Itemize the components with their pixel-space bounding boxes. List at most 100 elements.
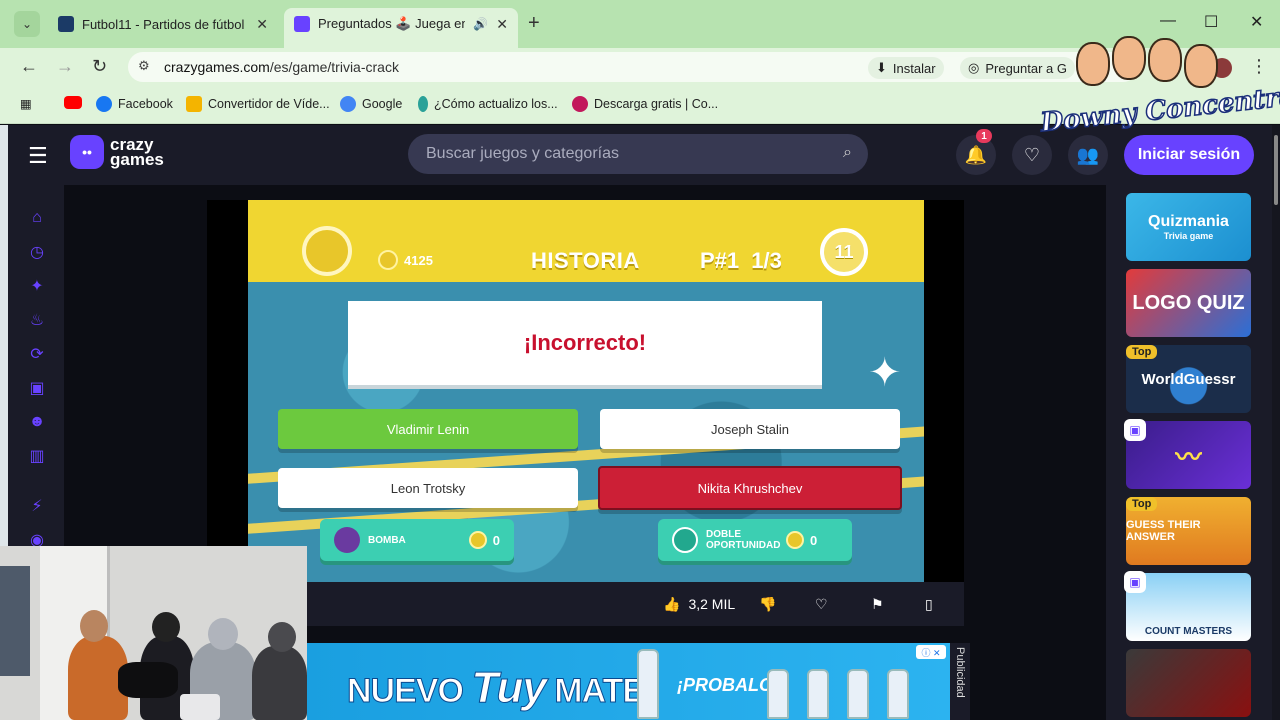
cartoon-face	[1076, 42, 1110, 86]
ad-info-icon[interactable]: ⓘ ✕	[916, 645, 946, 659]
game-card-quizmania[interactable]: Quizmania Trivia game	[1126, 193, 1251, 261]
logo-bottom: games	[110, 150, 164, 169]
tab-preguntados[interactable]: Preguntados 🕹️ Juega en C 🔊 ✕	[284, 8, 518, 48]
person-3-head	[208, 618, 238, 650]
home-icon[interactable]: ⌂	[28, 209, 46, 227]
reload-button[interactable]: ↻	[92, 56, 107, 77]
install-icon: ⬇	[876, 60, 887, 75]
powerup-label: BOMBA	[368, 534, 406, 546]
bomb-icon	[334, 527, 360, 553]
url-host: crazygames.com	[164, 59, 270, 75]
thumbs-up-icon: 👍	[663, 595, 681, 612]
apps-grid-icon[interactable]: ▦	[20, 96, 32, 111]
updated-arrows-icon[interactable]: ⟳	[28, 345, 46, 363]
top-badge: Top	[1126, 497, 1158, 511]
install-label: Instalar	[892, 60, 936, 76]
mobile-button[interactable]: ▯	[925, 590, 933, 618]
new-sparkle-icon[interactable]: ✦	[28, 277, 46, 295]
powerup-cost: 0	[810, 532, 818, 548]
scrollbar-thumb[interactable]	[1274, 135, 1278, 205]
tab-futbol11[interactable]: Futbol11 - Partidos de fútbol de ✕	[48, 8, 278, 40]
heart-icon: ♡	[815, 595, 828, 612]
twitch-badge-icon: ▣	[1124, 419, 1146, 441]
like-button[interactable]: 👍 3,2 MIL	[663, 590, 735, 618]
action-bolt-icon[interactable]: ⚡	[28, 497, 46, 515]
leaderboard-icon[interactable]: ▥	[28, 447, 46, 465]
login-button[interactable]: Iniciar sesión	[1124, 135, 1254, 175]
bookmark-label: Descarga gratis | Co...	[594, 97, 719, 111]
trending-flame-icon[interactable]: ♨	[28, 311, 46, 329]
search-input[interactable]: Buscar juegos y categorías ⌕	[408, 134, 868, 174]
crazygames-logo[interactable]: •• crazy games	[70, 135, 164, 169]
folder-icon	[186, 96, 202, 112]
forward-button[interactable]: →	[56, 56, 74, 77]
answer-option-3[interactable]: Leon Trotsky	[278, 468, 578, 508]
report-button[interactable]: ⚑	[871, 590, 884, 618]
bookmark-label: Facebook	[118, 97, 173, 111]
coin-counter: 4125	[378, 250, 433, 270]
page-scrollbar[interactable]	[1272, 125, 1280, 720]
close-tab-icon[interactable]: ✕	[256, 16, 268, 33]
sparkle-decoration: ✦	[868, 351, 902, 395]
close-window-button[interactable]: ✕	[1250, 12, 1263, 32]
url-bar[interactable]: ⚙ crazygames.com/es/game/trivia-crack ⬇ …	[128, 52, 1138, 82]
ad-headline-brand: Tuy	[471, 663, 547, 713]
bookmark-como-actualizo[interactable]: ¿Cómo actualizo los...	[418, 96, 558, 112]
answer-option-1[interactable]: Vladimir Lenin	[278, 409, 578, 449]
close-tab-icon[interactable]: ✕	[496, 16, 508, 33]
bomb-powerup-button[interactable]: BOMBA 0	[320, 519, 514, 561]
game-canvas[interactable]: 4125 HISTORIA P#1 1/3 11 ¡Incorrecto! ✦ …	[248, 200, 924, 582]
speaker-icon[interactable]: 🔊	[473, 17, 488, 31]
person-2-head	[152, 612, 180, 642]
webcam-overlay	[0, 546, 307, 720]
bookmark-label: ¿Cómo actualizo los...	[434, 97, 558, 111]
tab-search-button[interactable]: ⌄	[14, 11, 40, 37]
top-badge: Top	[1126, 345, 1158, 359]
ad-label-strip: Publicidad	[950, 643, 970, 720]
bookmark-google[interactable]: Google	[340, 96, 402, 112]
friends-icon[interactable]: 👥	[1068, 135, 1108, 175]
answer-option-2[interactable]: Joseph Stalin	[600, 409, 900, 449]
advertisement-banner[interactable]: NUEVO Tuy MATE ¡PROBALO! ⓘ ✕	[307, 643, 950, 720]
minimize-button[interactable]: —	[1160, 12, 1176, 30]
powerup-label: DOBLE OPORTUNIDAD	[706, 529, 781, 551]
bookmark-descarga[interactable]: Descarga gratis | Co...	[572, 96, 718, 112]
double-chance-icon	[672, 527, 698, 553]
bookmark-convertidor[interactable]: Convertidor de Víde...	[186, 96, 330, 112]
new-tab-button[interactable]: +	[528, 12, 540, 35]
ad-cta: ¡PROBALO!	[677, 675, 779, 695]
dislike-button[interactable]: 👎	[759, 590, 776, 618]
youtube-bookmark-icon[interactable]	[64, 96, 82, 109]
tab-title: Futbol11 - Partidos de fútbol de	[82, 16, 249, 32]
game-card-logo-quiz[interactable]: LOGO QUIZ	[1126, 269, 1251, 337]
game-card-moto[interactable]	[1126, 649, 1251, 717]
question-number: P#1	[700, 248, 740, 273]
url-text: crazygames.com/es/game/trivia-crack	[164, 59, 399, 75]
person-4-head	[268, 622, 296, 652]
notifications-bell-icon[interactable]: 🔔	[956, 135, 996, 175]
streamer-overlay-logo: Downy Concentrao	[1038, 36, 1280, 139]
recent-clock-icon[interactable]: ◷	[28, 243, 46, 261]
timer-badge: 11	[820, 228, 868, 276]
person-4	[252, 646, 307, 720]
install-button[interactable]: ⬇ Instalar	[868, 57, 944, 79]
coin-icon	[468, 531, 487, 549]
answer-option-4[interactable]: Nikita Khrushchev	[598, 466, 902, 510]
recommended-games-list: Quizmania Trivia game LOGO QUIZ WorldGue…	[1106, 185, 1272, 720]
bookmark-facebook[interactable]: Facebook	[96, 96, 173, 112]
powerup-cost: 0	[492, 532, 500, 548]
bookmark-site-icon	[572, 96, 588, 112]
multiplayer-icon[interactable]: ☻	[28, 413, 46, 431]
menu-toggle-icon[interactable]: ☰	[28, 143, 48, 169]
favorite-button[interactable]: ♡	[815, 590, 828, 618]
back-button[interactable]: ←	[20, 56, 38, 77]
cartoon-face	[1112, 36, 1146, 80]
facebook-icon	[96, 96, 112, 112]
favorites-heart-icon[interactable]: ♡	[1012, 135, 1052, 175]
search-icon[interactable]: ⌕	[843, 144, 852, 162]
maximize-button[interactable]: ☐	[1204, 12, 1218, 32]
shop-chest-icon[interactable]	[302, 226, 352, 276]
site-info-icon[interactable]: ⚙	[138, 58, 150, 74]
twitch-icon[interactable]: ▣	[28, 379, 46, 397]
double-chance-powerup-button[interactable]: DOBLE OPORTUNIDAD 0	[658, 519, 852, 561]
